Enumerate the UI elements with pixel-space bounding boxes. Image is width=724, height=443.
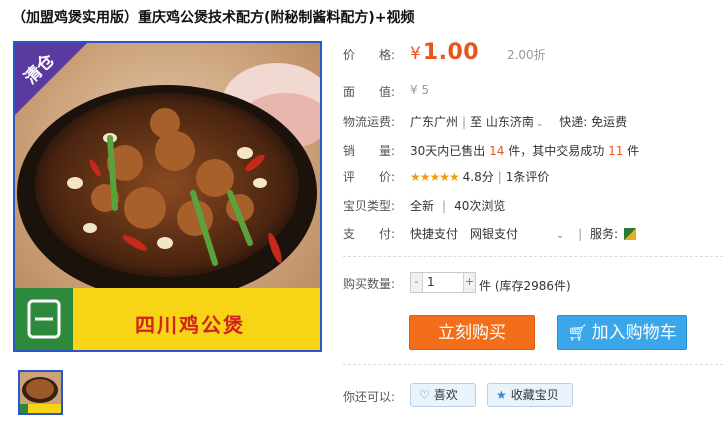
price-row: 价 格: ¥1.00 2.00折 — [343, 40, 546, 65]
like-button[interactable]: ♡ 喜欢 — [410, 383, 476, 407]
payment-methods: 快捷支付 网银支付 — [410, 227, 519, 241]
price-label: 价 格: — [343, 48, 396, 62]
success-count: 11 — [608, 144, 624, 158]
stock-text: 件 (库存2986件) — [479, 279, 571, 293]
chevron-down-icon[interactable]: ⌄ — [556, 230, 564, 241]
quantity-row: 购买数量: — [343, 275, 407, 292]
cart-icon: 🛒︎ — [567, 323, 588, 342]
sales-mid: 件，其中交易成功 — [508, 144, 605, 158]
sales-suffix: 件 — [627, 144, 640, 158]
product-main-image[interactable]: 清仓 四川鸡公煲 — [13, 41, 322, 352]
share-label: 你还可以: — [343, 390, 396, 404]
sold-count: 14 — [489, 144, 505, 158]
ship-to-select[interactable]: 山东济南 ⌄ — [486, 115, 544, 129]
ship-to: 山东济南 — [485, 115, 534, 129]
favorite-button[interactable]: ★ 收藏宝贝 — [487, 383, 573, 407]
divider — [343, 364, 723, 365]
face-value-label: 面 值: — [343, 85, 396, 99]
share-row: 你还可以: — [343, 388, 407, 405]
view-count: 40次浏览 — [454, 199, 506, 213]
add-to-cart-button[interactable]: 🛒︎ 加入购物车 — [557, 315, 687, 350]
divider — [343, 256, 723, 257]
rating-row: 评 价: ★★★★★ 4.8分 | 1条评价 — [343, 170, 550, 184]
currency-symbol: ¥ — [410, 44, 421, 64]
rating-label: 评 价: — [343, 170, 396, 184]
quantity-stepper[interactable]: - 1 + — [410, 272, 476, 293]
product-photo — [15, 43, 320, 350]
favorite-label: 收藏宝贝 — [510, 388, 559, 402]
service-icon[interactable] — [623, 228, 636, 240]
increment-button[interactable]: + — [463, 273, 475, 292]
thumbnail-photo — [20, 372, 61, 413]
price-value: 1.00 — [422, 40, 480, 65]
quantity-label: 购买数量: — [343, 277, 396, 291]
item-type-row: 宝贝类型: 全新 | 40次浏览 — [343, 199, 506, 213]
add-to-cart-label: 加入购物车 — [591, 323, 677, 343]
face-value: ¥ 5 — [410, 83, 430, 97]
express-fee: 快递: 免运费 — [559, 115, 628, 129]
discount-text: 2.00折 — [506, 48, 546, 62]
quantity-input[interactable]: 1 — [427, 275, 435, 289]
service-label: 服务: — [589, 227, 618, 241]
like-label: 喜欢 — [433, 388, 458, 402]
shipping-label: 物流运费: — [343, 115, 396, 129]
buy-now-button[interactable]: 立刻购买 — [409, 315, 535, 350]
sales-label: 销 量: — [343, 144, 396, 158]
rating-stars-icon: ★★★★★ — [410, 170, 460, 184]
payment-row: 支 付: 快捷支付 网银支付 ⌄ | 服务: — [343, 225, 636, 242]
item-condition: 全新 — [410, 199, 435, 213]
review-count-link[interactable]: 1条评价 — [506, 170, 550, 184]
sales-row: 销 量: 30天内已售出 14 件，其中交易成功 11 件 — [343, 142, 639, 159]
sales-prefix: 30天内已售出 — [410, 144, 486, 158]
shipping-row: 物流运费: 广东广州 | 至 山东济南 ⌄ 快递: 免运费 — [343, 115, 628, 129]
payment-label: 支 付: — [343, 227, 396, 241]
ship-from: 广东广州 — [410, 115, 459, 129]
decrement-button[interactable]: - — [411, 273, 423, 292]
product-thumbnail[interactable] — [18, 370, 63, 415]
item-type-label: 宝贝类型: — [343, 199, 396, 213]
heart-icon: ♡ — [419, 388, 430, 402]
ship-to-word: 至 — [470, 115, 483, 129]
rating-score: 4.8分 — [462, 170, 494, 184]
star-icon: ★ — [496, 388, 507, 402]
face-value-row: 面 值: ¥ 5 — [343, 83, 429, 100]
chevron-down-icon: ⌄ — [535, 119, 544, 129]
product-title: （加盟鸡煲实用版）重庆鸡公煲技术配方(附秘制酱料配方)+视频 — [12, 10, 415, 26]
banner-text: 四川鸡公煲 — [135, 313, 245, 337]
